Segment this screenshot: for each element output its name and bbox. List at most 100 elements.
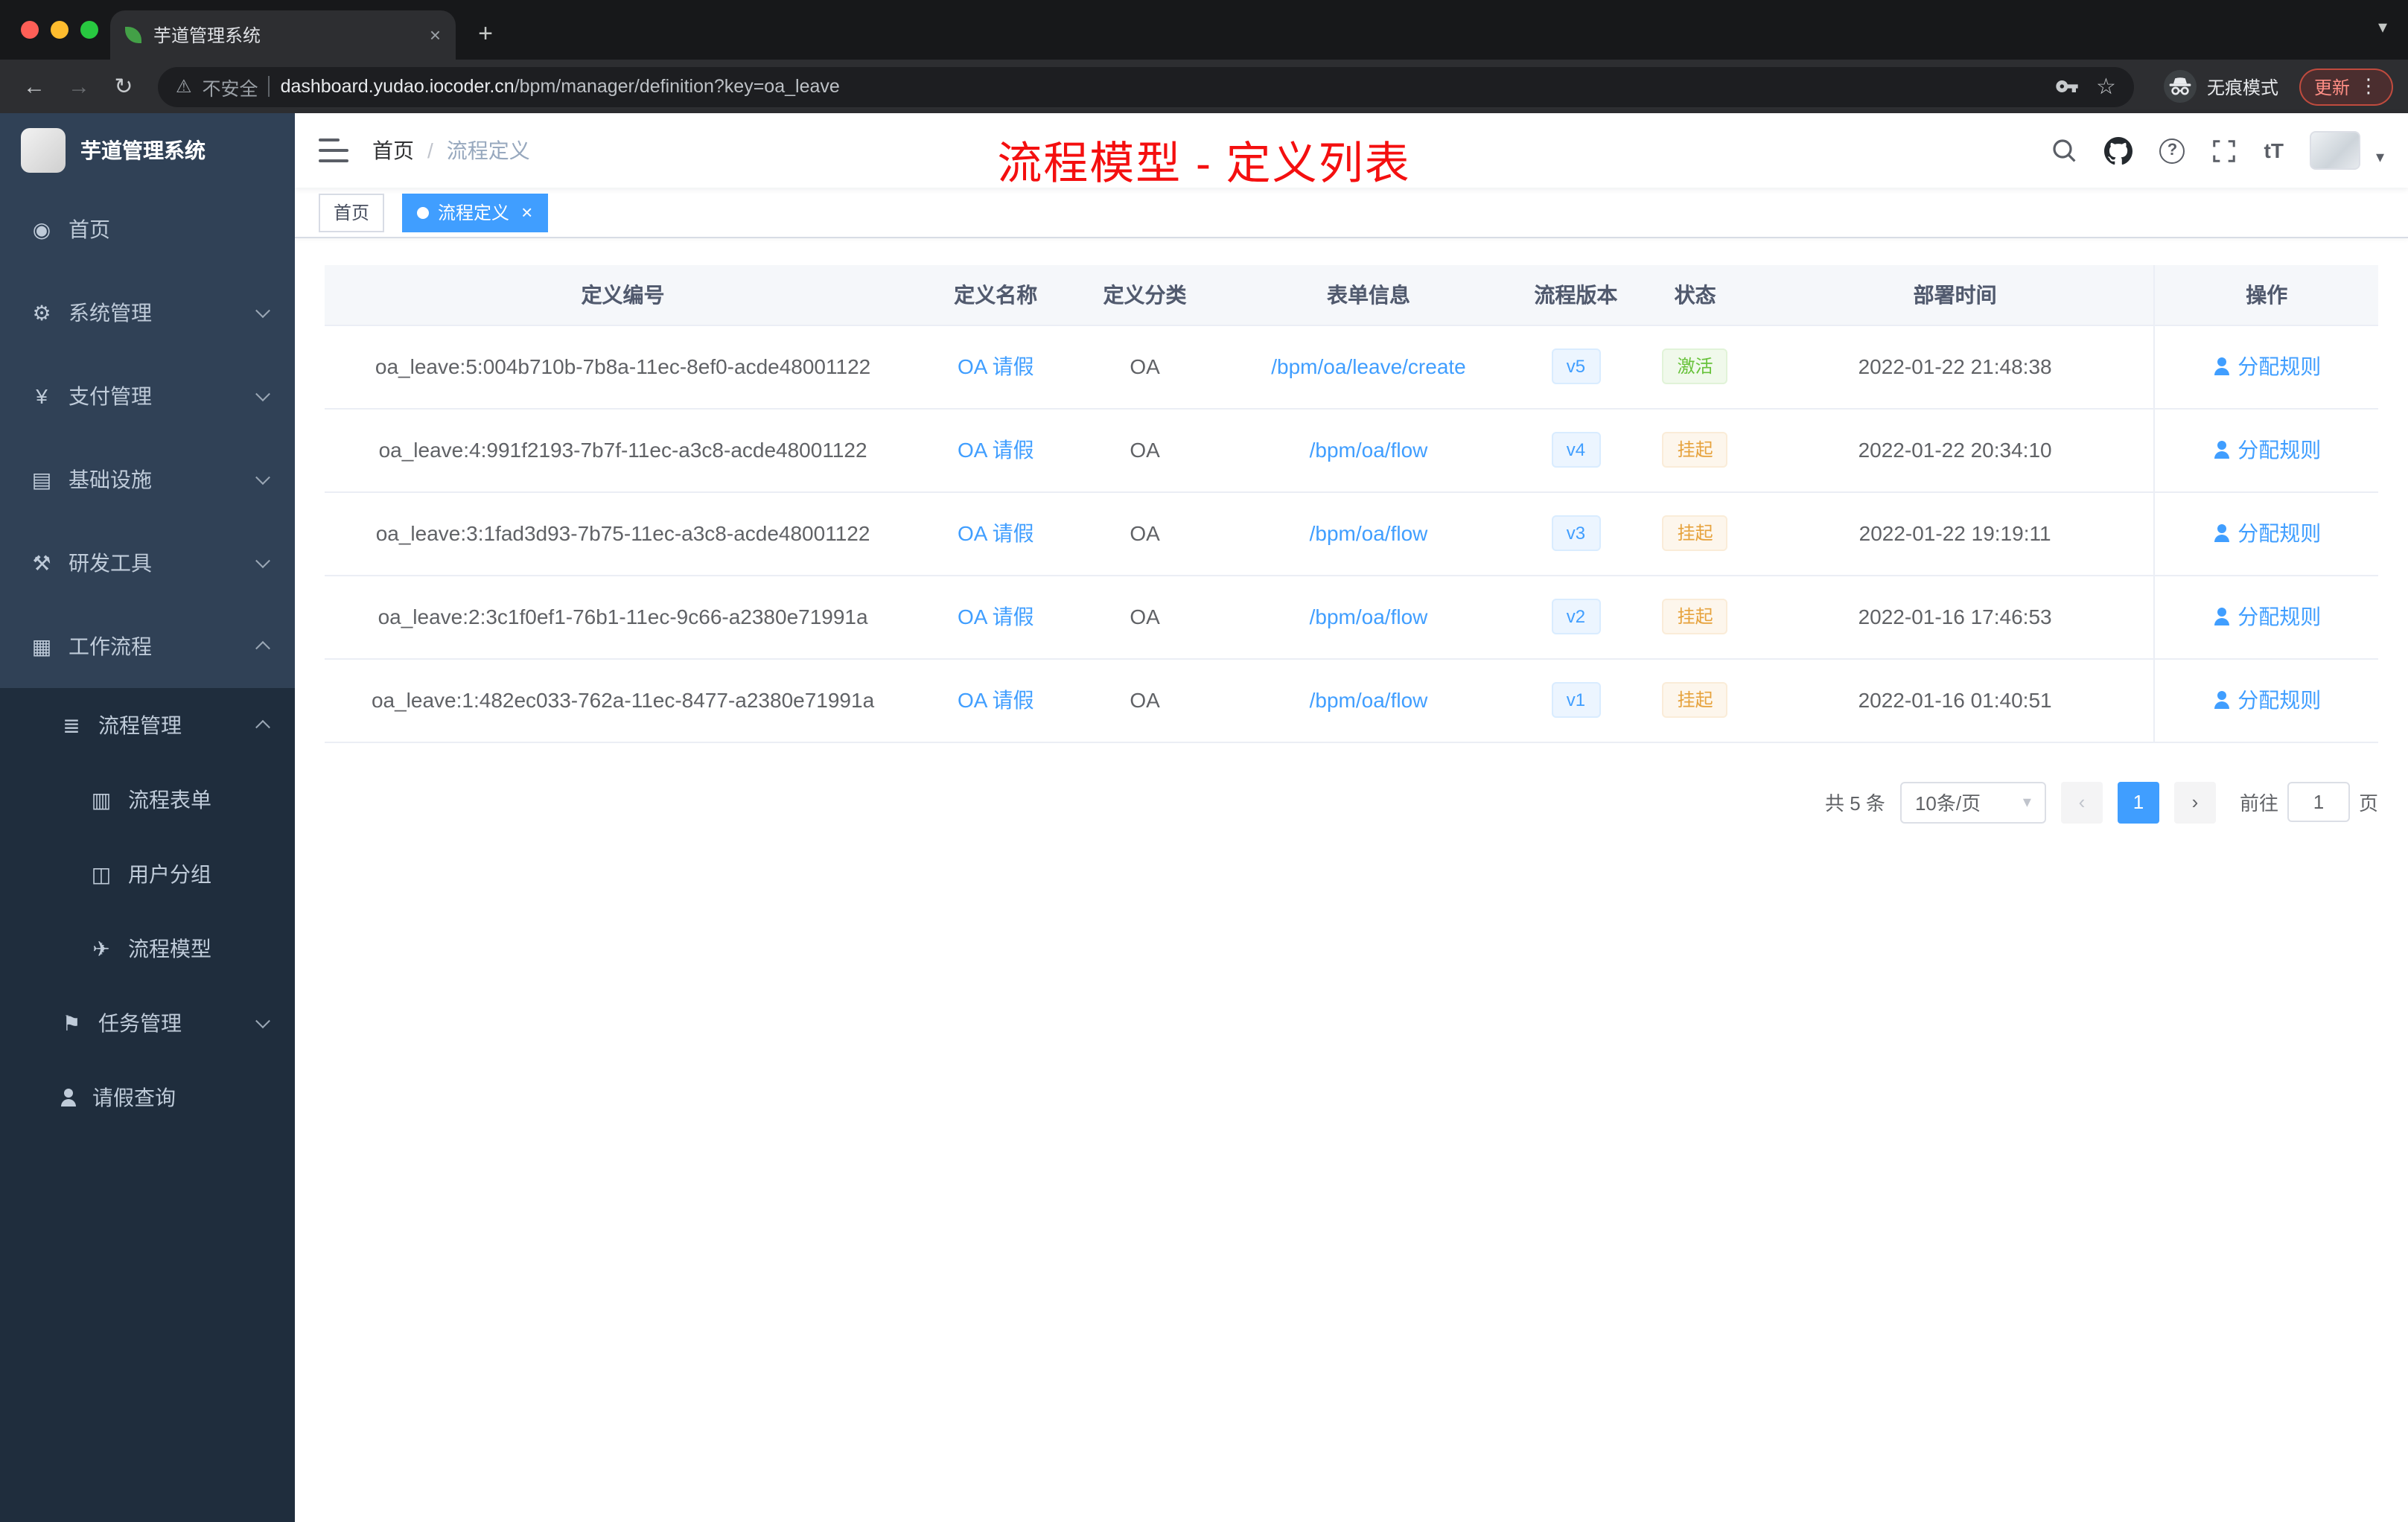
page-content: 定义编号 定义名称 定义分类 表单信息 流程版本 状态 部署时间 操作 oa_leave:5:… [295, 238, 2408, 1522]
sidebar-item-label: 流程模型 [128, 937, 211, 961]
definition-name-cell: OA 请假 [921, 658, 1071, 742]
security-label[interactable]: 不安全 [203, 72, 258, 101]
assign-rule-link[interactable]: 分配规则 [2212, 351, 2321, 381]
yen-icon: ¥ [36, 384, 48, 408]
definition-name-link[interactable]: OA 请假 [958, 354, 1034, 378]
sidebar-item-process-manage[interactable]: ≣ 流程管理 [0, 688, 295, 762]
window-minimize-button[interactable] [51, 21, 69, 39]
user-avatar[interactable] [2310, 131, 2361, 170]
column-header: 流程版本 [1517, 265, 1634, 325]
incognito-icon [2163, 70, 2197, 103]
form-info-link[interactable]: /bpm/oa/leave/create [1271, 354, 1466, 378]
goto-unit-label: 页 [2358, 792, 2378, 815]
page-size-select[interactable]: 10条/页 ▾ [1899, 781, 2046, 823]
sidebar-item-system[interactable]: ⚙ 系统管理 [0, 271, 295, 354]
form-info-link[interactable]: /bpm/oa/flow [1310, 605, 1428, 628]
prev-page-button[interactable]: ‹ [2060, 781, 2103, 823]
definition-name-link[interactable]: OA 请假 [958, 605, 1034, 628]
forward-button[interactable]: → [60, 74, 98, 99]
assign-rule-label: 分配规则 [2237, 521, 2322, 545]
goto-page-input[interactable] [2287, 782, 2350, 822]
next-page-button[interactable]: › [2173, 781, 2216, 823]
github-icon[interactable] [2104, 136, 2133, 165]
tab-title: 芋道管理系统 [153, 25, 261, 46]
sidebar-item-label: 任务管理 [98, 1011, 182, 1035]
tab-close-icon[interactable]: × [430, 24, 441, 46]
back-button[interactable]: ← [15, 74, 54, 99]
table-row: oa_leave:4:991f2193-7b7f-11ec-a3c8-acde4… [325, 408, 2378, 492]
avatar-caret-icon[interactable]: ▾ [2376, 147, 2384, 170]
definition-category: OA [1070, 408, 1220, 492]
column-header: 定义名称 [921, 265, 1071, 325]
definition-name-link[interactable]: OA 请假 [958, 438, 1034, 462]
view-tag[interactable]: 流程定义 × [402, 193, 548, 232]
reload-button[interactable]: ↻ [104, 73, 143, 100]
page-number-button[interactable]: 1 [2117, 781, 2159, 823]
window-zoom-button[interactable] [80, 21, 98, 39]
sidebar-item-task-manage[interactable]: ⚑ 任务管理 [0, 986, 295, 1060]
sidebar-item-process-model[interactable]: ✈ 流程模型 [0, 911, 295, 986]
definition-id: oa_leave:5:004b710b-7b8a-11ec-8ef0-acde4… [325, 325, 922, 409]
tab-search-button[interactable]: ▾ [2378, 16, 2387, 37]
assign-rule-link[interactable]: 分配规则 [2212, 518, 2321, 548]
definition-id: oa_leave:3:1fad3d93-7b75-11ec-a3c8-acde4… [325, 491, 922, 576]
font-size-icon[interactable]: tT [2264, 138, 2284, 162]
sidebar-logo[interactable]: 芋道管理系统 [0, 113, 295, 188]
url-path: /bpm/manager/definition?key=oa_leave [514, 76, 840, 97]
definition-id: oa_leave:4:991f2193-7b7f-11ec-a3c8-acde4… [325, 408, 922, 492]
update-label: 更新 [2313, 77, 2350, 98]
app-logo-image [21, 128, 66, 173]
status-cell: 挂起 [1634, 658, 1756, 742]
sidebar-toggle-icon[interactable] [319, 138, 348, 162]
view-tag[interactable]: 首页 [319, 193, 385, 232]
sidebar-item-dev-tools[interactable]: ⚒ 研发工具 [0, 521, 295, 605]
sidebar-item-payment[interactable]: ¥ 支付管理 [0, 354, 295, 438]
browser-tab[interactable]: 芋道管理系统 × [110, 10, 456, 60]
sidebar-item-label: 请假查询 [92, 1086, 176, 1109]
chevron-down-icon [255, 386, 270, 402]
sidebar-item-label: 系统管理 [69, 301, 152, 325]
definition-category: OA [1070, 575, 1220, 659]
status-badge: 挂起 [1662, 515, 1728, 551]
tag-close-icon[interactable]: × [521, 203, 532, 222]
form-info-link[interactable]: /bpm/oa/flow [1310, 438, 1428, 462]
definition-table: 定义编号 定义名称 定义分类 表单信息 流程版本 状态 部署时间 操作 oa_leave:5:… [325, 265, 2378, 742]
bookmark-star-icon[interactable]: ☆ [2096, 73, 2116, 100]
tag-label: 首页 [334, 203, 370, 223]
sidebar-item-home[interactable]: ◉ 首页 [0, 188, 295, 271]
form-info-link[interactable]: /bpm/oa/flow [1310, 688, 1428, 712]
sidebar-item-leave-query[interactable]: 请假查询 [0, 1060, 295, 1135]
breadcrumb-home[interactable]: 首页 [372, 136, 414, 165]
assign-rule-label: 分配规则 [2237, 438, 2322, 462]
process-model-icon: ✈ [92, 936, 110, 960]
column-header: 状态 [1634, 265, 1756, 325]
sidebar-item-label: 支付管理 [69, 384, 152, 408]
sidebar-item-infrastructure[interactable]: ▤ 基础设施 [0, 438, 295, 521]
sidebar-item-label: 流程管理 [98, 713, 182, 737]
fullscreen-icon[interactable] [2212, 138, 2237, 163]
sidebar-item-workflow[interactable]: ▦ 工作流程 [0, 605, 295, 688]
definition-name-link[interactable]: OA 请假 [958, 521, 1034, 545]
assign-rule-link[interactable]: 分配规则 [2212, 435, 2321, 465]
assign-rule-link[interactable]: 分配规则 [2212, 602, 2321, 631]
form-info-cell: /bpm/oa/flow [1219, 658, 1518, 742]
sidebar-item-process-form[interactable]: ▥ 流程表单 [0, 762, 295, 837]
sidebar-item-label: 用户分组 [128, 862, 211, 886]
help-icon[interactable]: ? [2159, 138, 2185, 163]
assign-rule-link[interactable]: 分配规则 [2212, 685, 2321, 715]
tab-favicon-icon [125, 27, 141, 43]
address-bar[interactable]: ⚠ 不安全 dashboard.yudao.iocoder.cn/bpm/man… [158, 66, 2134, 106]
sidebar-item-user-group[interactable]: ◫ 用户分组 [0, 837, 295, 911]
browser-menu-icon[interactable]: ⋮ [2359, 74, 2378, 98]
form-info-link[interactable]: /bpm/oa/flow [1310, 521, 1428, 545]
status-cell: 挂起 [1634, 575, 1756, 659]
update-chip[interactable]: 更新 ⋮ [2299, 68, 2393, 105]
window-close-button[interactable] [21, 21, 39, 39]
status-badge: 激活 [1662, 348, 1728, 384]
search-icon[interactable] [2051, 137, 2078, 164]
definition-name-link[interactable]: OA 请假 [958, 688, 1034, 712]
password-key-icon[interactable] [2054, 74, 2078, 98]
form-info-cell: /bpm/oa/flow [1219, 491, 1518, 576]
new-tab-button[interactable]: + [465, 13, 506, 55]
user-icon [2212, 357, 2230, 375]
